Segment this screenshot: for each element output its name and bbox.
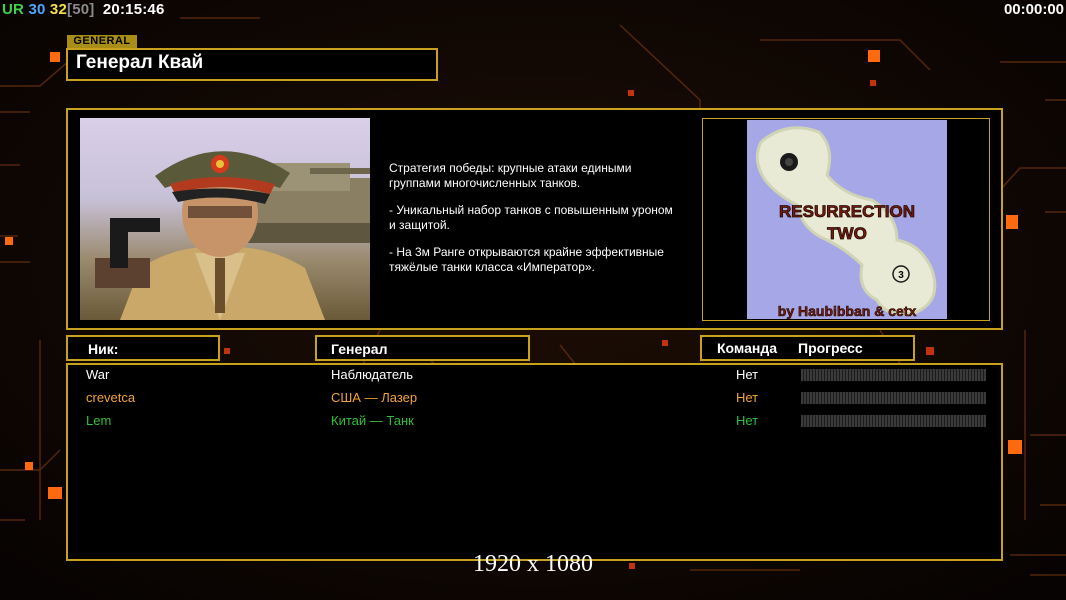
description-line: - Уникальный набор танков с повышенным у… — [389, 203, 673, 232]
player-name: crevetca — [86, 390, 136, 405]
map-preview: 3 RESURRECTION TWO by Haubibban & cetx — [747, 120, 947, 319]
player-row: crevetca США — Лазер Нет — [68, 388, 1001, 410]
player-progress-bar — [801, 392, 986, 404]
general-portrait — [80, 118, 370, 320]
player-row: War Наблюдатель Нет — [68, 365, 1001, 387]
player-progress-bar — [801, 415, 986, 427]
hud-ur-label: UR — [2, 1, 25, 18]
description-line: Стратегия победы: крупные атаки едиными … — [389, 161, 632, 190]
general-tag: GENERAL — [67, 35, 137, 48]
map-title-line1: RESURRECTION — [779, 202, 915, 221]
header-progress: Прогресс — [798, 340, 863, 356]
players-panel: War Наблюдатель Нет crevetca США — Лазер… — [66, 363, 1003, 561]
player-general: Наблюдатель — [331, 367, 414, 382]
resolution-label: 1920 x 1080 — [473, 551, 593, 577]
map-marker: 3 — [898, 270, 904, 281]
player-name: Lem — [86, 413, 112, 428]
map-title-line2: TWO — [827, 224, 867, 243]
hud-timer: 00:00:00 — [1003, 1, 1064, 18]
player-progress-bar — [801, 369, 986, 381]
map-credit: by Haubibban & cetx — [778, 303, 917, 319]
player-team: Нет — [736, 413, 759, 428]
description-line: - На 3м Ранге открываются крайне эффекти… — [389, 245, 664, 274]
header-nick: Ник: — [88, 341, 119, 357]
header-team: Команда — [717, 340, 777, 356]
hud-stats: UR 30 32[50] 20:15:46 — [2, 1, 165, 18]
player-name: War — [86, 367, 110, 382]
general-description: Стратегия победы: крупные атаки едиными … — [389, 161, 694, 287]
player-general: Китай — Танк — [331, 413, 414, 428]
header-general: Генерал — [331, 341, 388, 357]
hud-value-yellow: 32 — [49, 1, 68, 18]
hud-value-blue: 30 — [28, 1, 46, 18]
hud-clock: 20:15:46 — [102, 1, 165, 18]
player-team: Нет — [736, 367, 759, 382]
player-row: Lem Китай — Танк Нет — [68, 411, 1001, 433]
general-title: Генерал Квай — [76, 52, 204, 73]
map-preview-image: 3 RESURRECTION TWO by Haubibban & cetx — [747, 120, 947, 319]
player-general: США — Лазер — [331, 390, 418, 405]
general-portrait-image — [95, 151, 370, 320]
player-team: Нет — [736, 390, 759, 405]
hud-value-bracket: [50] — [67, 1, 95, 18]
